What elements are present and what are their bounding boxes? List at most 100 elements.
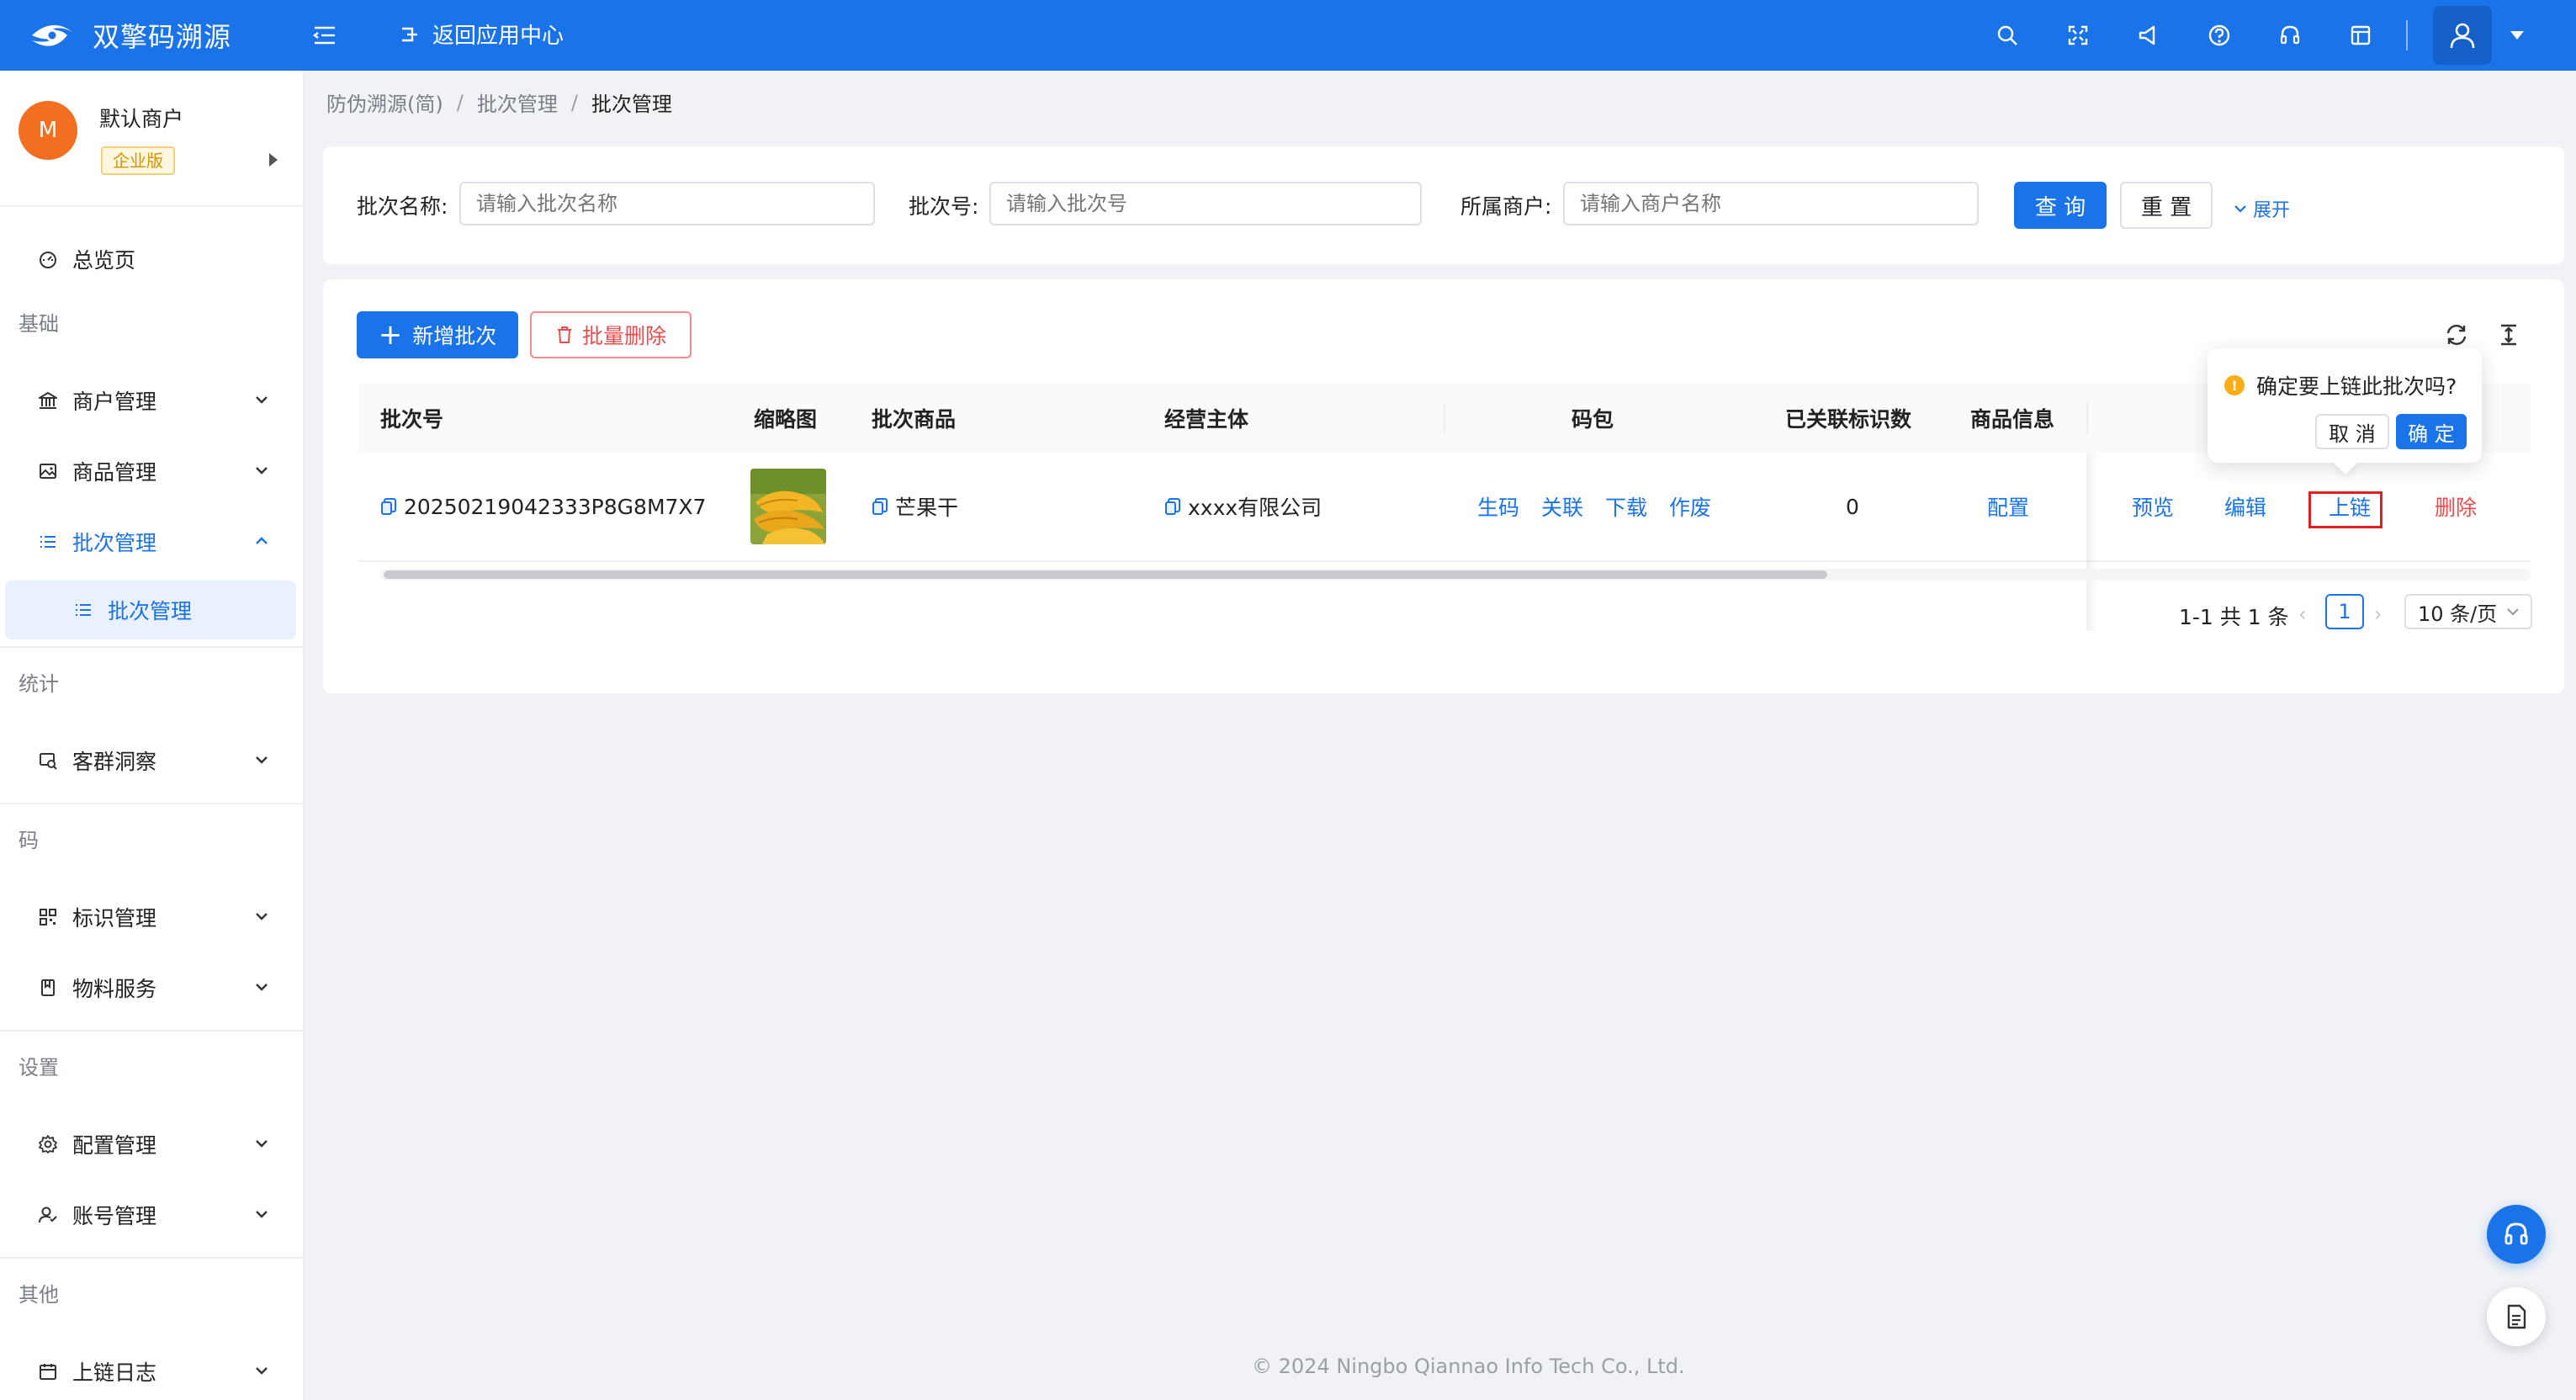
batch-no-input[interactable] <box>989 182 1422 225</box>
support-button[interactable] <box>2487 1205 2546 1264</box>
edit-link[interactable]: 编辑 <box>2224 453 2266 560</box>
announcement-icon[interactable] <box>2113 0 2184 71</box>
column-height-icon[interactable] <box>2494 320 2524 350</box>
cancel-button[interactable]: 取 消 <box>2315 414 2389 449</box>
delete-link[interactable]: 删除 <box>2435 453 2477 560</box>
popover-text: 确定要上链此批次吗? <box>2256 374 2457 399</box>
pagination: 1-1 共 1 条 ‹ 1 › 10 条/页 <box>323 591 2564 633</box>
sidebar-item-overview[interactable]: 总览页 <box>0 224 303 294</box>
breadcrumb-item[interactable]: 批次管理 <box>477 88 558 117</box>
breadcrumb-item[interactable]: 防伪溯源(简) <box>326 88 443 117</box>
copy-icon[interactable] <box>1164 497 1181 516</box>
batch-delete-label: 批量删除 <box>581 324 666 348</box>
column-header: 缩略图 <box>754 407 818 432</box>
sidebar-item-config-mgmt[interactable]: 配置管理 <box>0 1109 303 1180</box>
reset-button[interactable]: 重 置 <box>2120 182 2213 229</box>
book-icon <box>37 977 59 999</box>
sidebar-item-batch-mgmt[interactable]: 批次管理 <box>0 506 303 577</box>
column-header: 批次号 <box>380 407 444 432</box>
query-button[interactable]: 查 询 <box>2014 182 2107 229</box>
help-icon[interactable] <box>2184 0 2255 71</box>
generate-code-link[interactable]: 生码 <box>1477 453 1519 560</box>
header-actions <box>1972 0 2576 71</box>
sidebar-item-chain-log[interactable]: 上链日志 <box>0 1336 303 1400</box>
user-avatar[interactable] <box>2433 6 2492 65</box>
copy-icon[interactable] <box>380 497 397 516</box>
thumbnail-cell <box>750 453 826 560</box>
batch-table-card: + 新增批次 批量删除 批次号 缩略图 批次商品 经营主体 码包 已关联标识数 … <box>323 279 2564 693</box>
page-size-select[interactable]: 10 条/页 <box>2404 594 2532 629</box>
product-text: 芒果干 <box>895 496 959 520</box>
search-icon[interactable] <box>1972 0 2043 71</box>
sidebar-item-id-mgmt[interactable]: 标识管理 <box>0 882 303 952</box>
picture-icon <box>37 460 59 482</box>
divider <box>0 1030 303 1031</box>
horizontal-scrollbar[interactable] <box>380 569 2531 581</box>
associate-link[interactable]: 关联 <box>1541 453 1583 560</box>
merchant-name: 默认商户 <box>99 107 184 131</box>
product-cell: 芒果干 <box>872 453 958 560</box>
expand-link[interactable]: 展开 <box>2233 195 2290 222</box>
layout-icon[interactable] <box>2325 0 2396 71</box>
divider <box>0 803 303 804</box>
caret-down-icon[interactable] <box>2492 29 2542 41</box>
configure-link[interactable]: 配置 <box>1987 453 2029 560</box>
copy-icon[interactable] <box>872 497 888 516</box>
batch-no-cell: 20250219042333P8G8M7X7 <box>380 453 706 560</box>
caret-right-icon[interactable] <box>268 151 279 168</box>
page-number[interactable]: 1 <box>2325 594 2364 629</box>
batch-no-text: 20250219042333P8G8M7X7 <box>404 494 707 519</box>
logo-icon <box>32 24 72 46</box>
void-link[interactable]: 作废 <box>1669 453 1711 560</box>
document-button[interactable] <box>2487 1287 2546 1346</box>
breadcrumb: 防伪溯源(简) / 批次管理 / 批次管理 <box>326 88 672 117</box>
prev-page-icon[interactable]: ‹ <box>2298 602 2307 626</box>
batch-name-input[interactable] <box>459 182 875 225</box>
chevron-down-icon <box>256 1367 268 1375</box>
add-batch-button[interactable]: + 新增批次 <box>357 311 518 358</box>
sidebar-item-label: 账号管理 <box>72 1204 157 1228</box>
nav-group-other: 其他 <box>19 1282 59 1307</box>
refresh-icon[interactable] <box>2441 320 2472 350</box>
nav-group-stats: 统计 <box>19 671 59 696</box>
preview-link[interactable]: 预览 <box>2132 453 2174 560</box>
sidebar-item-customer-insight[interactable]: 客群洞察 <box>0 725 303 796</box>
sidebar-item-label: 商户管理 <box>72 390 157 414</box>
merchant-input[interactable] <box>1563 182 1979 225</box>
insight-icon <box>37 750 59 772</box>
return-icon <box>402 27 417 41</box>
sidebar-item-label: 物料服务 <box>72 977 157 1001</box>
fullscreen-icon[interactable] <box>2043 0 2113 71</box>
headset-icon[interactable] <box>2255 0 2325 71</box>
batch-delete-button[interactable]: 批量删除 <box>530 311 692 358</box>
confirm-button[interactable]: 确 定 <box>2396 414 2467 449</box>
entity-text: xxxx有限公司 <box>1188 496 1322 520</box>
sidebar-item-label: 上链日志 <box>72 1360 157 1385</box>
merchant-avatar: M <box>19 101 77 160</box>
merchant-label: 所属商户: <box>1460 194 1552 219</box>
sidebar-item-label: 商品管理 <box>72 460 157 485</box>
page-size-value: 10 条/页 <box>2418 602 2498 626</box>
menu-fold-icon[interactable] <box>311 22 338 49</box>
next-page-icon[interactable]: › <box>2374 602 2383 626</box>
table-row: 20250219042333P8G8M7X7 芒果干 xxxx有限公司 生码 关… <box>358 453 2531 631</box>
sidebar-item-product-mgmt[interactable]: 商品管理 <box>0 436 303 506</box>
highlight-box <box>2308 491 2383 528</box>
sidebar-item-material-service[interactable]: 物料服务 <box>0 952 303 1023</box>
batch-name-label: 批次名称: <box>357 194 448 219</box>
scrollbar-thumb[interactable] <box>384 570 1827 579</box>
mango-thumbnail[interactable] <box>750 469 826 544</box>
back-to-app-center-link[interactable]: 返回应用中心 <box>399 19 564 50</box>
download-link[interactable]: 下载 <box>1605 453 1647 560</box>
list-icon <box>37 531 59 553</box>
nav-group-basic: 基础 <box>19 311 59 336</box>
sidebar-item-account-mgmt[interactable]: 账号管理 <box>0 1180 303 1250</box>
app-logo[interactable]: 双擎码溯源 <box>27 15 296 56</box>
breadcrumb-separator: / <box>456 90 464 114</box>
merchant-switcher[interactable]: M 默认商户 企业版 <box>0 71 303 207</box>
divider <box>0 1257 303 1259</box>
top-header: 双擎码溯源 返回应用中心 <box>0 0 2576 71</box>
sidebar-subitem-batch-mgmt[interactable]: 批次管理 <box>5 581 296 639</box>
bank-icon <box>37 390 59 411</box>
sidebar-item-merchant-mgmt[interactable]: 商户管理 <box>0 365 303 436</box>
